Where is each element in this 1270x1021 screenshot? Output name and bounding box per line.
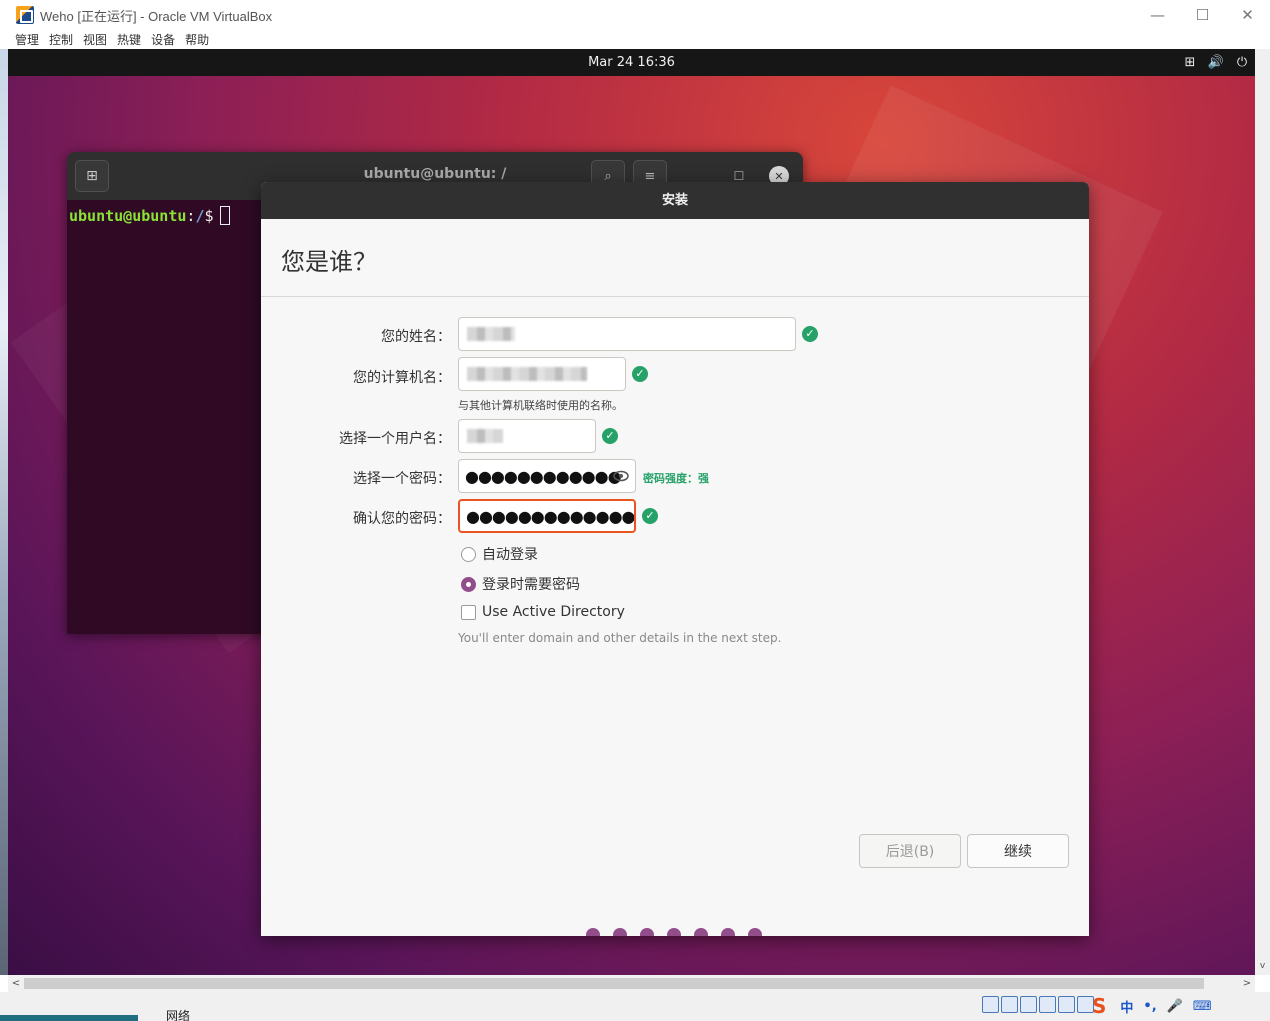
- page-heading: 您是谁？: [281, 248, 377, 276]
- host-background-strip: [0, 49, 8, 975]
- power-icon[interactable]: ⏻: [1231, 49, 1253, 76]
- progress-dot: [586, 928, 600, 936]
- progress-dot: [721, 928, 735, 936]
- menu-manage[interactable]: 管理: [15, 31, 39, 48]
- require-password-label: 登录时需要密码: [482, 577, 580, 593]
- continue-button[interactable]: 继续: [967, 834, 1069, 868]
- auto-login-radio[interactable]: [461, 546, 476, 562]
- vbox-device-icons: [982, 996, 1096, 1013]
- name-valid-check-icon: ✓: [802, 326, 818, 342]
- computer-name-valid-check-icon: ✓: [632, 366, 648, 382]
- show-password-eye-icon[interactable]: [613, 468, 629, 484]
- progress-dot: [667, 928, 681, 936]
- virtualbox-app-icon: [16, 6, 34, 24]
- redacted-value: [467, 327, 515, 341]
- back-button[interactable]: 后退(B): [859, 834, 961, 868]
- prompt-user: ubuntu@ubuntu: [69, 207, 187, 225]
- hard-disk-icon[interactable]: [982, 996, 999, 1013]
- usb-icon[interactable]: [1058, 996, 1075, 1013]
- redacted-value: [467, 429, 503, 443]
- name-label: 您的姓名：: [381, 329, 451, 345]
- step-progress: [586, 928, 775, 936]
- menu-help[interactable]: 帮助: [185, 31, 209, 48]
- computer-name-hint: 与其他计算机联络时使用的名称。: [458, 399, 623, 412]
- vbox-titlebar: Weho [正在运行] - Oracle VM VirtualBox — ☐ ✕: [0, 0, 1270, 30]
- guest-screen: Mar 24 16:36 ⊞ 🔊 ⏻ ⊞ ubuntu@ubuntu: / ⌕ …: [8, 49, 1255, 975]
- system-tray: ⊞ 🔊 ⏻: [1175, 49, 1253, 76]
- computer-name-label: 您的计算机名：: [353, 370, 451, 386]
- active-directory-label: Use Active Directory: [482, 604, 625, 620]
- password-strength: 密码强度：强: [643, 472, 709, 485]
- progress-dot: [613, 928, 627, 936]
- terminal-cursor: [219, 206, 230, 225]
- menu-hotkeys[interactable]: 热键: [117, 31, 141, 48]
- menu-devices[interactable]: 设备: [151, 31, 175, 48]
- username-input[interactable]: [458, 419, 596, 453]
- minimize-button[interactable]: —: [1135, 0, 1180, 30]
- auto-login-label: 自动登录: [482, 547, 538, 563]
- progress-dot: [640, 928, 654, 936]
- optical-drive-icon[interactable]: [1001, 996, 1018, 1013]
- gnome-top-bar: Mar 24 16:36 ⊞ 🔊 ⏻: [8, 49, 1255, 76]
- confirm-password-input[interactable]: ●●●●●●●●●●●●●: [458, 499, 636, 533]
- host-taskbar-item: [0, 1015, 138, 1021]
- progress-dot: [694, 928, 708, 936]
- scroll-right-icon[interactable]: >: [1239, 975, 1255, 992]
- clock[interactable]: Mar 24 16:36: [8, 49, 1255, 76]
- vbox-status-bar: 网络 S 中 •, 🎤 ⌨: [0, 992, 1270, 1021]
- confirm-password-label: 确认您的密码：: [353, 511, 451, 527]
- keyboard-icon[interactable]: ⌨: [1193, 999, 1212, 1014]
- network-adapter-icon[interactable]: [1039, 996, 1056, 1013]
- maximize-button[interactable]: ☐: [1180, 0, 1225, 30]
- input-method-bar: S 中 •, 🎤 ⌨: [1092, 994, 1222, 1018]
- window-title: Weho [正在运行] - Oracle VM VirtualBox: [40, 8, 273, 24]
- active-directory-hint: You'll enter domain and other details in…: [458, 631, 782, 645]
- microphone-icon[interactable]: 🎤: [1167, 999, 1183, 1014]
- menu-view[interactable]: 视图: [83, 31, 107, 48]
- active-directory-option[interactable]: Use Active Directory: [461, 604, 625, 620]
- divider: [261, 296, 1089, 297]
- horizontal-scrollbar[interactable]: < >: [8, 975, 1255, 992]
- scroll-down-icon[interactable]: v: [1255, 961, 1270, 973]
- audio-icon[interactable]: [1020, 996, 1037, 1013]
- sogou-ime-icon[interactable]: S: [1092, 994, 1106, 1018]
- name-input[interactable]: [458, 317, 796, 351]
- confirm-password-masked-value: ●●●●●●●●●●●●●: [466, 506, 635, 526]
- window-controls: — ☐ ✕: [1135, 0, 1270, 30]
- vertical-scrollbar[interactable]: v: [1255, 49, 1270, 975]
- ime-punctuation-icon[interactable]: •,: [1143, 999, 1156, 1014]
- scroll-left-icon[interactable]: <: [8, 975, 24, 992]
- installer-window: 安装 您是谁？ 您的姓名： ✓ 您的计算机名： ✓ 与其他计算机联络时使用的名称…: [261, 182, 1089, 936]
- prompt-sign: $: [204, 207, 214, 225]
- network-label: 网络: [166, 1009, 191, 1021]
- active-directory-checkbox[interactable]: [461, 604, 476, 620]
- username-valid-check-icon: ✓: [602, 428, 618, 444]
- password-masked-value: ●●●●●●●●●●●●: [465, 466, 622, 486]
- password-label: 选择一个密码：: [353, 471, 451, 487]
- network-icon[interactable]: ⊞: [1179, 49, 1201, 76]
- scrollbar-thumb[interactable]: [24, 978, 1204, 989]
- username-label: 选择一个用户名：: [339, 431, 451, 447]
- volume-icon[interactable]: 🔊: [1205, 49, 1227, 76]
- auto-login-option[interactable]: 自动登录: [461, 544, 538, 564]
- password-input[interactable]: ●●●●●●●●●●●●: [458, 459, 636, 493]
- require-password-radio[interactable]: [461, 576, 476, 592]
- confirm-password-valid-check-icon: ✓: [642, 508, 658, 524]
- progress-dot: [748, 928, 762, 936]
- ime-language-toggle[interactable]: 中: [1120, 997, 1133, 1016]
- vbox-menubar: 管理 控制 视图 热键 设备 帮助: [0, 30, 1270, 49]
- close-button[interactable]: ✕: [1225, 0, 1270, 30]
- computer-name-input[interactable]: [458, 357, 626, 391]
- redacted-value: [467, 367, 587, 381]
- require-password-option[interactable]: 登录时需要密码: [461, 574, 580, 594]
- menu-control[interactable]: 控制: [49, 31, 73, 48]
- installer-title: 安装: [261, 182, 1089, 219]
